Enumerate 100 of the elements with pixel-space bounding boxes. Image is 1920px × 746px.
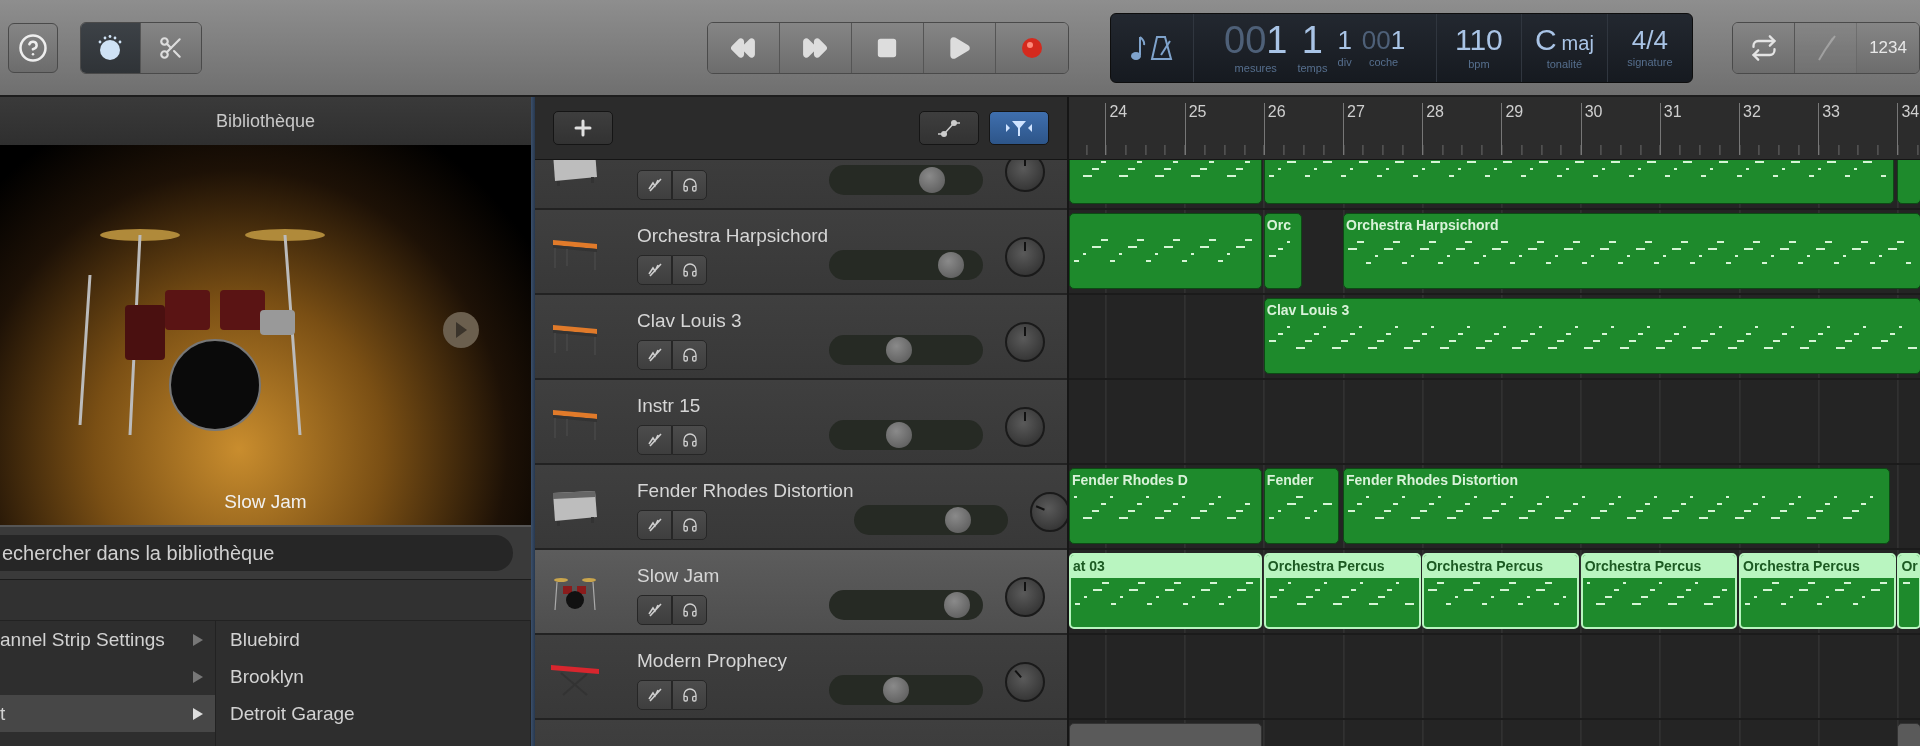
slider-thumb[interactable] <box>883 676 910 703</box>
category-item[interactable]: t <box>0 695 215 732</box>
track-header[interactable]: Slow Jam <box>535 550 1067 635</box>
solo-button[interactable] <box>672 254 707 285</box>
volume-slider[interactable] <box>829 589 983 620</box>
category-item[interactable]: annel Strip Settings <box>0 621 215 658</box>
bar-number: 34 <box>1897 103 1920 155</box>
slider-thumb[interactable] <box>919 166 946 193</box>
midi-region[interactable]: Orchestra Percus <box>1263 553 1421 629</box>
midi-region[interactable]: Orc <box>1263 213 1302 289</box>
volume-slider[interactable] <box>829 249 983 280</box>
lcd-label: temps <box>1297 62 1328 74</box>
solo-button[interactable] <box>672 424 707 455</box>
bar-number: 29 <box>1501 103 1524 155</box>
slider-thumb[interactable] <box>944 506 971 533</box>
automation-button[interactable] <box>919 111 979 145</box>
slider-thumb[interactable] <box>937 251 964 278</box>
mute-icon <box>646 176 663 193</box>
volume-slider[interactable] <box>853 504 1008 535</box>
play-button[interactable] <box>923 22 996 73</box>
volume-slider[interactable] <box>829 334 983 365</box>
bar-number: 25 <box>1184 103 1207 155</box>
preset-item[interactable]: Detroit Garage <box>216 695 530 732</box>
lcd-label: div <box>1337 56 1352 68</box>
track-header[interactable]: Modern Prophecy <box>535 635 1067 720</box>
track-header[interactable]: Clav Louis 3 <box>535 295 1067 380</box>
headphones-icon <box>681 686 698 703</box>
lcd-label: mesures <box>1234 62 1277 74</box>
solo-button[interactable] <box>672 679 707 710</box>
midi-region[interactable]: Or <box>1897 553 1920 629</box>
bar-number: 31 <box>1659 103 1682 155</box>
track-header[interactable]: Fender Rhodes Distortion <box>535 465 1067 550</box>
search-field[interactable]: echercher dans la bibliothèque <box>0 535 513 571</box>
add-track-button[interactable] <box>553 111 613 145</box>
slider-thumb[interactable] <box>885 336 912 363</box>
record-icon <box>1019 35 1044 60</box>
forward-button[interactable] <box>779 22 852 73</box>
preset-item[interactable]: Brooklyn <box>216 658 530 695</box>
region-label: Fender <box>1265 471 1315 490</box>
pan-knob[interactable] <box>1005 321 1045 362</box>
count-in-button[interactable]: 1234 <box>1857 22 1919 73</box>
midi-region[interactable]: Fender <box>1263 468 1340 544</box>
solo-button[interactable] <box>672 339 707 370</box>
mute-button[interactable] <box>637 169 672 200</box>
lcd-value: 001 <box>1361 27 1406 53</box>
mute-button[interactable] <box>637 594 672 625</box>
slider-thumb[interactable] <box>885 421 912 448</box>
midi-region[interactable]: Fender Rhodes D <box>1069 468 1263 544</box>
help-button[interactable] <box>8 22 58 73</box>
pan-knob[interactable] <box>1005 576 1045 617</box>
midi-region[interactable]: Orchestra Percus <box>1739 553 1896 629</box>
volume-slider[interactable] <box>829 674 983 705</box>
pan-knob[interactable] <box>1005 406 1045 447</box>
editors-button[interactable] <box>140 22 201 73</box>
mute-button[interactable] <box>637 679 672 710</box>
triangle-icon <box>193 670 203 683</box>
mute-button[interactable] <box>637 339 672 370</box>
volume-slider[interactable] <box>829 164 983 195</box>
midi-notes-drawing <box>1268 496 1332 519</box>
midi-region[interactable]: Fender Rhodes Distortion <box>1343 468 1890 544</box>
stop-button[interactable] <box>851 22 924 73</box>
mute-button[interactable] <box>637 424 672 455</box>
bar-number: 30 <box>1580 103 1603 155</box>
smart-controls-button[interactable] <box>81 22 141 73</box>
solo-button[interactable] <box>672 594 707 625</box>
solo-button[interactable] <box>672 169 707 200</box>
track-header[interactable]: Orchestra Harpsichord <box>535 210 1067 295</box>
headphones-icon <box>681 346 698 363</box>
headphones-icon <box>681 516 698 533</box>
region-label: Clav Louis 3 <box>1265 301 1351 320</box>
lcd-value: 001 <box>1224 21 1288 59</box>
lcd-value: 1 <box>1337 27 1352 53</box>
pan-knob[interactable] <box>1005 160 1045 192</box>
mute-button[interactable] <box>637 254 672 285</box>
track-header[interactable]: Instr 15 <box>535 380 1067 465</box>
headphones-icon <box>681 261 698 278</box>
midi-region[interactable]: Clav Louis 3 <box>1263 298 1920 374</box>
pan-knob[interactable] <box>1005 661 1045 702</box>
timeline-ruler[interactable]: 24 25 26 27 28 29 30 31 32 33 34 <box>1069 97 1920 160</box>
volume-slider[interactable] <box>829 419 983 450</box>
lcd-label: coche <box>1368 56 1399 68</box>
preset-item[interactable]: Bluebird <box>216 621 530 658</box>
preview-caption: Slow Jam <box>223 491 308 513</box>
category-label: t <box>0 702 7 725</box>
solo-button[interactable] <box>672 509 707 540</box>
filter-button[interactable] <box>989 111 1049 145</box>
midi-region[interactable]: at 03 <box>1069 553 1263 629</box>
mute-icon <box>646 261 663 278</box>
midi-region[interactable]: Orchestra Percus <box>1422 553 1580 629</box>
region-label: Fender Rhodes Distortion <box>1345 471 1519 490</box>
rewind-button[interactable] <box>707 22 780 73</box>
tempo-value: 110 <box>1454 25 1503 55</box>
pan-knob[interactable] <box>1005 236 1045 277</box>
cycle-button[interactable] <box>1733 22 1796 73</box>
mute-button[interactable] <box>637 509 672 540</box>
midi-region[interactable]: Orchestra Harpsichord <box>1343 213 1920 289</box>
bar-number: 32 <box>1739 103 1761 155</box>
slider-thumb[interactable] <box>943 591 970 618</box>
midi-region[interactable]: Orchestra Percus <box>1580 553 1738 629</box>
pan-knob[interactable] <box>1029 491 1067 532</box>
